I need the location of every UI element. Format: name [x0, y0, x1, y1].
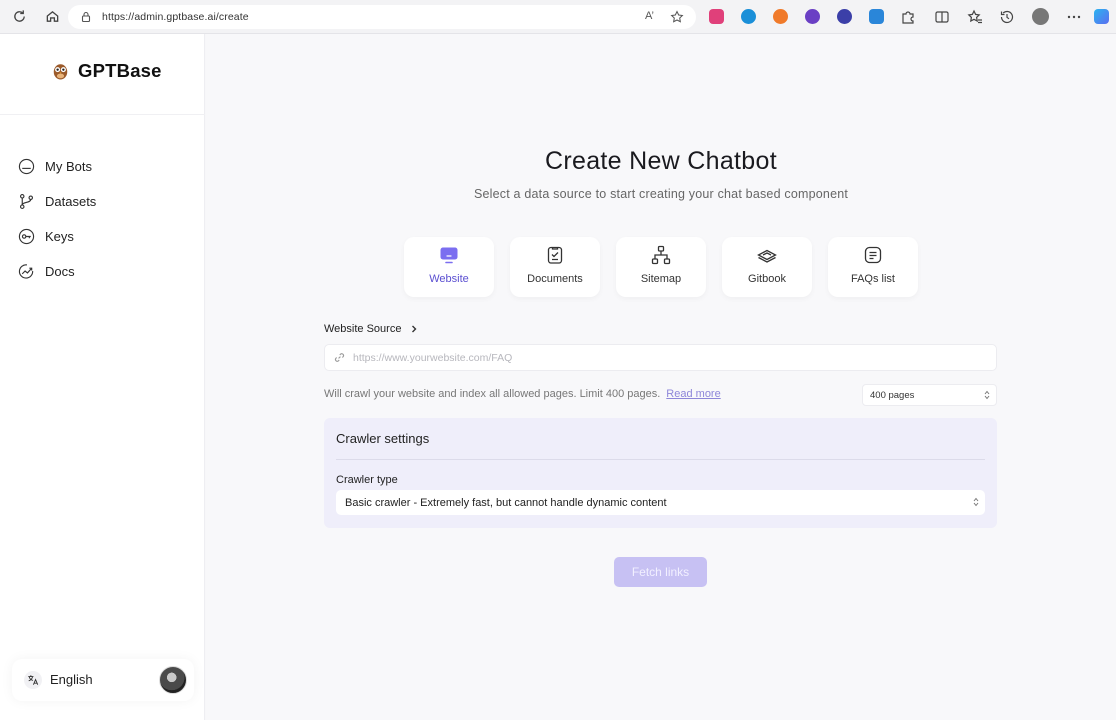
- logo-divider: [0, 114, 205, 115]
- lock-icon: [81, 11, 91, 23]
- extension-icon-5[interactable]: [837, 9, 852, 24]
- sidebar-item-docs[interactable]: Docs: [18, 254, 96, 289]
- favorites-icon[interactable]: [967, 9, 983, 25]
- home-icon[interactable]: [42, 7, 62, 27]
- main-content: Create New Chatbot Select a data source …: [206, 34, 1116, 720]
- branch-icon: [19, 194, 34, 209]
- crawler-settings-panel: Crawler settings Crawler type Basic craw…: [324, 418, 997, 528]
- chevron-right-icon: [412, 325, 417, 333]
- sidebar-item-label: Keys: [45, 229, 74, 244]
- source-tab-label: Sitemap: [640, 273, 682, 285]
- copilot-icon[interactable]: [1094, 9, 1109, 24]
- website-source-text: Website Source: [324, 323, 402, 335]
- more-options-icon[interactable]: [1066, 9, 1082, 25]
- crawl-note: Will crawl your website and index all al…: [324, 388, 721, 400]
- read-aloud-icon[interactable]: A’: [645, 10, 654, 22]
- website-source-label[interactable]: Website Source: [324, 323, 419, 335]
- website-url-field[interactable]: [324, 344, 997, 371]
- page-limit-value: 400 pages: [870, 389, 915, 401]
- key-icon: [18, 228, 35, 245]
- faq-icon: [864, 246, 882, 264]
- sidebar-item-datasets[interactable]: Datasets: [18, 184, 96, 219]
- data-source-tabs: Website Documents Sitemap Gitbook FAQs l…: [404, 237, 934, 297]
- updown-chevron-icon: [973, 497, 979, 507]
- crawl-note-text: Will crawl your website and index all al…: [324, 388, 661, 400]
- link-icon: [334, 353, 345, 362]
- language-switcher[interactable]: English: [12, 659, 194, 701]
- updown-chevron-icon: [984, 390, 990, 400]
- source-tab-label: Gitbook: [748, 273, 786, 285]
- source-tab-sitemap[interactable]: Sitemap: [616, 237, 706, 297]
- read-more-link[interactable]: Read more: [666, 388, 720, 400]
- crawler-divider: [336, 459, 985, 460]
- source-tab-label: FAQs list: [850, 273, 895, 285]
- sitemap-icon: [651, 245, 671, 265]
- extension-icon-1[interactable]: [709, 9, 724, 24]
- source-tab-website[interactable]: Website: [404, 237, 494, 297]
- brand-name: GPTBase: [78, 60, 162, 81]
- owl-logo-icon: [53, 64, 68, 80]
- translate-icon: [24, 671, 42, 689]
- crawler-settings-title: Crawler settings: [336, 431, 430, 446]
- address-bar[interactable]: https://admin.gptbase.ai/create A’: [68, 5, 696, 29]
- extension-icon-3[interactable]: [773, 9, 788, 24]
- sidebar-item-label: My Bots: [45, 159, 92, 174]
- extension-icon-6[interactable]: [869, 9, 884, 24]
- source-tab-faqs[interactable]: FAQs list: [828, 237, 918, 297]
- sidebar-item-label: Docs: [45, 264, 75, 279]
- split-screen-icon[interactable]: [934, 9, 950, 25]
- crawler-type-value: Basic crawler - Extremely fast, but cann…: [345, 496, 667, 509]
- source-tab-label: Documents: [527, 273, 583, 285]
- history-icon[interactable]: [999, 9, 1015, 25]
- bot-icon: [18, 158, 35, 175]
- website-url-input[interactable]: [353, 351, 953, 364]
- logo[interactable]: GPTBase: [52, 60, 162, 82]
- user-avatar[interactable]: [159, 666, 187, 694]
- book-icon: [757, 249, 777, 263]
- fetch-links-button[interactable]: Fetch links: [614, 557, 707, 587]
- page-subtitle: Select a data source to start creating y…: [473, 187, 849, 201]
- crawler-type-select[interactable]: Basic crawler - Extremely fast, but cann…: [336, 490, 985, 515]
- source-tab-label: Website: [429, 273, 469, 285]
- sidebar: GPTBase My Bots Datasets Keys Docs Engli…: [0, 34, 205, 720]
- chart-icon: [18, 264, 34, 279]
- clipboard-icon: [547, 246, 563, 264]
- extensions-puzzle-icon[interactable]: [900, 9, 916, 25]
- sidebar-item-keys[interactable]: Keys: [18, 219, 96, 254]
- profile-avatar[interactable]: [1032, 8, 1049, 25]
- sidebar-item-label: Datasets: [45, 194, 97, 209]
- page-limit-select[interactable]: 400 pages: [862, 384, 997, 406]
- refresh-icon[interactable]: [9, 7, 29, 27]
- sidebar-menu: My Bots Datasets Keys Docs: [18, 149, 96, 289]
- language-label: English: [50, 672, 93, 687]
- source-tab-documents[interactable]: Documents: [510, 237, 600, 297]
- sidebar-item-my-bots[interactable]: My Bots: [18, 149, 96, 184]
- extension-icon-4[interactable]: [805, 9, 820, 24]
- extension-icon-2[interactable]: [741, 9, 756, 24]
- url-text[interactable]: https://admin.gptbase.ai/create: [102, 11, 249, 23]
- favorite-star-icon[interactable]: [670, 10, 684, 24]
- browser-toolbar: https://admin.gptbase.ai/create A’: [0, 0, 1116, 34]
- source-tab-gitbook[interactable]: Gitbook: [722, 237, 812, 297]
- page-title: Create New Chatbot: [545, 147, 777, 175]
- crawler-type-label: Crawler type: [336, 474, 398, 486]
- monitor-icon: [440, 247, 458, 264]
